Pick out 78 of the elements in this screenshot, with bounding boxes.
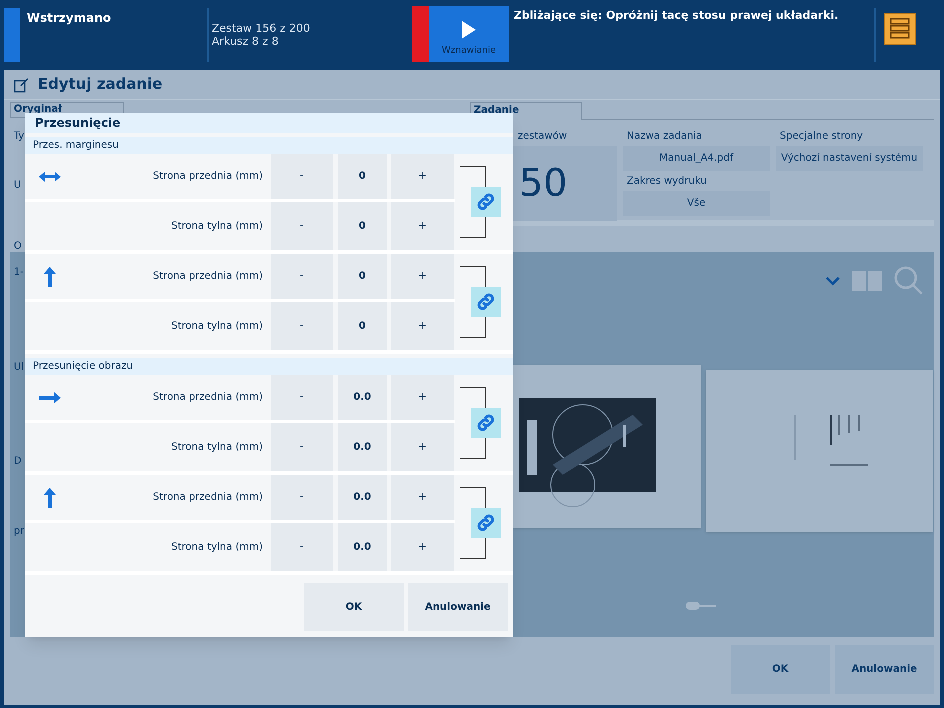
field-value[interactable]: Manual_A4.pdf — [623, 146, 770, 171]
dialog-title: Przesunięcie — [25, 113, 513, 133]
link-toggle[interactable] — [471, 287, 501, 317]
increase-button[interactable]: + — [391, 254, 454, 299]
increase-button[interactable]: + — [391, 202, 454, 250]
field-label: Specjalne strony — [779, 130, 864, 144]
field-label: Zakres wydruku — [626, 174, 708, 188]
increase-button[interactable]: + — [391, 475, 454, 520]
double-arrow-icon — [39, 172, 61, 182]
row-label: Strona tylna (mm) — [170, 440, 264, 454]
value-field[interactable]: 0 — [338, 202, 387, 250]
increase-button[interactable]: + — [391, 302, 454, 350]
menu-button[interactable] — [884, 13, 916, 45]
value-field[interactable]: 0 — [338, 302, 387, 350]
row-label: Strona tylna (mm) — [170, 220, 264, 234]
window-title: Edytuj zadanie — [38, 74, 163, 96]
row-label: Strona tylna (mm) — [170, 540, 264, 554]
value-field[interactable]: 0.0 — [338, 523, 387, 571]
set-counter: Zestaw 156 z 200 — [212, 22, 312, 35]
value-field[interactable]: 0 — [338, 254, 387, 299]
section-header: Przes. marginesu — [25, 137, 513, 154]
partial-label: D — [14, 455, 22, 469]
row-label: Strona tylna (mm) — [170, 320, 264, 334]
field-value[interactable]: Vše — [623, 191, 770, 216]
notification-message: Zbliżające się: Opróżnij tacę stosu prawej układarki. — [514, 8, 840, 24]
value-field[interactable]: 0 — [338, 154, 387, 199]
partial-label: Ty — [14, 130, 24, 144]
chain-link-icon — [475, 191, 497, 213]
server-icon — [890, 18, 910, 40]
partial-label: Ul — [14, 361, 24, 375]
decrease-button[interactable]: - — [271, 302, 333, 350]
field-label: Nazwa zadania — [626, 130, 704, 144]
ok-button[interactable]: OK — [731, 645, 830, 694]
slider-handle[interactable] — [686, 602, 716, 610]
partial-label: 1- — [14, 266, 24, 280]
value-field[interactable]: 0.0 — [338, 375, 387, 420]
ok-button[interactable]: OK — [304, 583, 404, 631]
link-toggle[interactable] — [471, 508, 501, 538]
section-header: Przesunięcie obrazu — [25, 358, 513, 375]
arrow-right-icon — [39, 392, 61, 404]
field-value[interactable]: Výchozí nastavení systému — [776, 146, 923, 171]
status-indicator — [4, 8, 20, 62]
value-field[interactable]: 0.0 — [338, 423, 387, 471]
decrease-button[interactable]: - — [271, 423, 333, 471]
sheet-counter: Arkusz 8 z 8 — [212, 35, 280, 48]
chevron-down-icon[interactable] — [826, 276, 840, 286]
row-label: Strona przednia (mm) — [152, 491, 264, 505]
status-text: Wstrzymano — [27, 10, 112, 27]
decrease-button[interactable]: - — [271, 523, 333, 571]
alert-bar — [412, 6, 429, 62]
decrease-button[interactable]: - — [271, 375, 333, 420]
increase-button[interactable]: + — [391, 523, 454, 571]
value-field[interactable]: 0.0 — [338, 475, 387, 520]
cancel-button[interactable]: Anulowanie — [408, 583, 508, 631]
chain-link-icon — [475, 512, 497, 534]
chain-link-icon — [475, 412, 497, 434]
link-toggle[interactable] — [471, 408, 501, 438]
chain-link-icon — [475, 291, 497, 313]
play-icon — [462, 20, 476, 38]
partial-label: pr — [14, 525, 24, 539]
decrease-button[interactable]: - — [271, 254, 333, 299]
partial-label: O — [14, 240, 22, 254]
increase-button[interactable]: + — [391, 154, 454, 199]
field-label: zestawów — [517, 130, 568, 144]
decrease-button[interactable]: - — [271, 154, 333, 199]
cancel-button[interactable]: Anulowanie — [835, 645, 934, 694]
arrow-up-icon — [44, 488, 56, 508]
link-toggle[interactable] — [471, 187, 501, 217]
edit-icon — [14, 76, 30, 92]
row-label: Strona przednia (mm) — [152, 270, 264, 284]
decrease-button[interactable]: - — [271, 475, 333, 520]
decrease-button[interactable]: - — [271, 202, 333, 250]
arrow-up-icon — [44, 266, 56, 286]
partial-label: U — [14, 179, 22, 193]
row-label: Strona przednia (mm) — [152, 170, 264, 184]
increase-button[interactable]: + — [391, 375, 454, 420]
increase-button[interactable]: + — [391, 423, 454, 471]
row-label: Strona przednia (mm) — [152, 391, 264, 405]
